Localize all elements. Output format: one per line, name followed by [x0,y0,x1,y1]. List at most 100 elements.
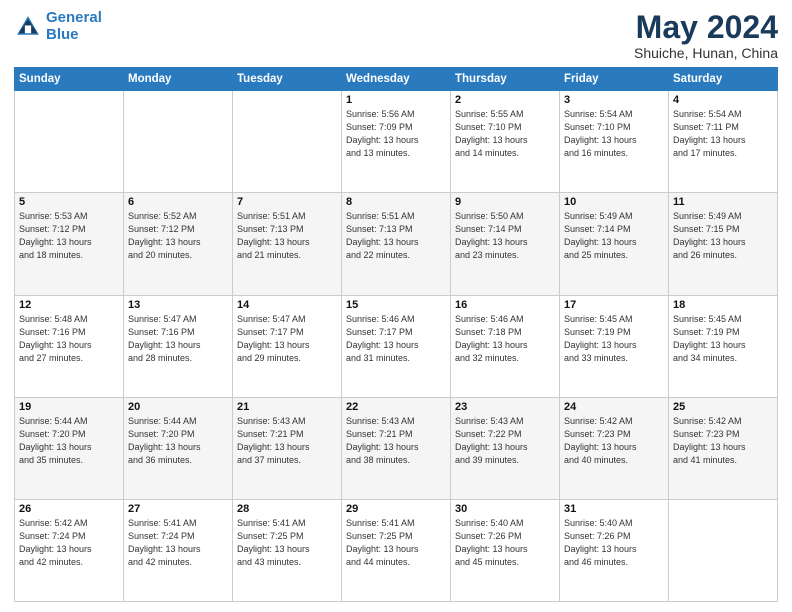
day-number: 7 [237,196,337,208]
calendar-week-row: 1 Sunrise: 5:56 AM Sunset: 7:09 PM Daylig… [15,91,778,193]
day-number: 14 [237,299,337,311]
calendar-cell: 22 Sunrise: 5:43 AM Sunset: 7:21 PM Dayli… [342,397,451,499]
day-number: 11 [673,196,773,208]
logo: General Blue [14,10,102,43]
day-info: Sunrise: 5:49 AM Sunset: 7:14 PM Dayligh… [564,210,664,262]
calendar-cell: 14 Sunrise: 5:47 AM Sunset: 7:17 PM Dayli… [233,295,342,397]
day-number: 8 [346,196,446,208]
day-number: 29 [346,503,446,515]
day-info: Sunrise: 5:56 AM Sunset: 7:09 PM Dayligh… [346,108,446,160]
calendar-week-row: 5Sunrise: 5:53 AM Sunset: 7:12 PM Daylig… [15,193,778,295]
day-info: Sunrise: 5:41 AM Sunset: 7:25 PM Dayligh… [237,517,337,569]
calendar-cell: 19Sunrise: 5:44 AM Sunset: 7:20 PM Dayli… [15,397,124,499]
calendar-cell [15,91,124,193]
day-number: 31 [564,503,664,515]
day-number: 12 [19,299,119,311]
day-number: 26 [19,503,119,515]
day-info: Sunrise: 5:42 AM Sunset: 7:23 PM Dayligh… [673,415,773,467]
logo-text: General Blue [46,10,102,43]
calendar-cell: 11 Sunrise: 5:49 AM Sunset: 7:15 PM Dayli… [669,193,778,295]
day-info: Sunrise: 5:40 AM Sunset: 7:26 PM Dayligh… [564,517,664,569]
day-number: 15 [346,299,446,311]
calendar-cell: 25 Sunrise: 5:42 AM Sunset: 7:23 PM Dayli… [669,397,778,499]
day-info: Sunrise: 5:51 AM Sunset: 7:13 PM Dayligh… [237,210,337,262]
day-number: 22 [346,401,446,413]
calendar-cell: 1 Sunrise: 5:56 AM Sunset: 7:09 PM Daylig… [342,91,451,193]
calendar-cell: 6 Sunrise: 5:52 AM Sunset: 7:12 PM Daylig… [124,193,233,295]
calendar-cell: 29 Sunrise: 5:41 AM Sunset: 7:25 PM Dayli… [342,499,451,601]
calendar-cell: 16Sunrise: 5:46 AM Sunset: 7:18 PM Dayli… [451,295,560,397]
day-number: 19 [19,401,119,413]
weekday-header: Saturday [669,68,778,91]
calendar-cell [124,91,233,193]
weekday-header: Friday [560,68,669,91]
day-number: 13 [128,299,228,311]
calendar-cell: 18 Sunrise: 5:45 AM Sunset: 7:19 PM Dayli… [669,295,778,397]
weekday-header: Wednesday [342,68,451,91]
day-number: 2 [455,94,555,106]
calendar-cell: 31 Sunrise: 5:40 AM Sunset: 7:26 PM Dayli… [560,499,669,601]
day-info: Sunrise: 5:52 AM Sunset: 7:12 PM Dayligh… [128,210,228,262]
calendar-week-row: 26 Sunrise: 5:42 AM Sunset: 7:24 PM Dayli… [15,499,778,601]
calendar-cell: 30Sunrise: 5:40 AM Sunset: 7:26 PM Dayli… [451,499,560,601]
day-number: 27 [128,503,228,515]
calendar-cell: 7 Sunrise: 5:51 AM Sunset: 7:13 PM Daylig… [233,193,342,295]
calendar-cell: 26 Sunrise: 5:42 AM Sunset: 7:24 PM Dayli… [15,499,124,601]
day-number: 23 [455,401,555,413]
day-info: Sunrise: 5:47 AM Sunset: 7:17 PM Dayligh… [237,313,337,365]
title-block: May 2024 Shuiche, Hunan, China [634,10,778,61]
day-info: Sunrise: 5:43 AM Sunset: 7:22 PM Dayligh… [455,415,555,467]
calendar-cell: 3Sunrise: 5:54 AM Sunset: 7:10 PM Daylig… [560,91,669,193]
calendar-cell: 28Sunrise: 5:41 AM Sunset: 7:25 PM Dayli… [233,499,342,601]
calendar-cell [233,91,342,193]
calendar-cell: 21Sunrise: 5:43 AM Sunset: 7:21 PM Dayli… [233,397,342,499]
weekday-header: Sunday [15,68,124,91]
calendar-cell: 23 Sunrise: 5:43 AM Sunset: 7:22 PM Dayli… [451,397,560,499]
calendar-cell: 2 Sunrise: 5:55 AM Sunset: 7:10 PM Daylig… [451,91,560,193]
day-number: 24 [564,401,664,413]
day-info: Sunrise: 5:50 AM Sunset: 7:14 PM Dayligh… [455,210,555,262]
day-number: 17 [564,299,664,311]
day-number: 25 [673,401,773,413]
calendar: SundayMondayTuesdayWednesdayThursdayFrid… [14,67,778,602]
day-info: Sunrise: 5:43 AM Sunset: 7:21 PM Dayligh… [346,415,446,467]
weekday-header: Thursday [451,68,560,91]
day-info: Sunrise: 5:42 AM Sunset: 7:24 PM Dayligh… [19,517,119,569]
day-info: Sunrise: 5:54 AM Sunset: 7:11 PM Dayligh… [673,108,773,160]
day-info: Sunrise: 5:48 AM Sunset: 7:16 PM Dayligh… [19,313,119,365]
day-info: Sunrise: 5:45 AM Sunset: 7:19 PM Dayligh… [564,313,664,365]
logo-icon [14,13,42,41]
calendar-cell: 20Sunrise: 5:44 AM Sunset: 7:20 PM Dayli… [124,397,233,499]
calendar-cell [669,499,778,601]
day-info: Sunrise: 5:53 AM Sunset: 7:12 PM Dayligh… [19,210,119,262]
calendar-cell: 10 Sunrise: 5:49 AM Sunset: 7:14 PM Dayli… [560,193,669,295]
calendar-cell: 12 Sunrise: 5:48 AM Sunset: 7:16 PM Dayli… [15,295,124,397]
weekday-header: Monday [124,68,233,91]
calendar-cell: 9Sunrise: 5:50 AM Sunset: 7:14 PM Daylig… [451,193,560,295]
day-number: 18 [673,299,773,311]
day-number: 10 [564,196,664,208]
calendar-week-row: 12 Sunrise: 5:48 AM Sunset: 7:16 PM Dayli… [15,295,778,397]
day-number: 4 [673,94,773,106]
calendar-week-row: 19Sunrise: 5:44 AM Sunset: 7:20 PM Dayli… [15,397,778,499]
calendar-cell: 5Sunrise: 5:53 AM Sunset: 7:12 PM Daylig… [15,193,124,295]
page: General Blue May 2024 Shuiche, Hunan, Ch… [0,0,792,612]
location: Shuiche, Hunan, China [634,45,778,61]
day-info: Sunrise: 5:51 AM Sunset: 7:13 PM Dayligh… [346,210,446,262]
day-number: 21 [237,401,337,413]
day-info: Sunrise: 5:55 AM Sunset: 7:10 PM Dayligh… [455,108,555,160]
header: General Blue May 2024 Shuiche, Hunan, Ch… [14,10,778,61]
day-info: Sunrise: 5:45 AM Sunset: 7:19 PM Dayligh… [673,313,773,365]
day-number: 6 [128,196,228,208]
day-info: Sunrise: 5:41 AM Sunset: 7:24 PM Dayligh… [128,517,228,569]
day-info: Sunrise: 5:46 AM Sunset: 7:17 PM Dayligh… [346,313,446,365]
month-year: May 2024 [634,10,778,45]
day-number: 20 [128,401,228,413]
calendar-cell: 8 Sunrise: 5:51 AM Sunset: 7:13 PM Daylig… [342,193,451,295]
calendar-cell: 15 Sunrise: 5:46 AM Sunset: 7:17 PM Dayli… [342,295,451,397]
day-info: Sunrise: 5:54 AM Sunset: 7:10 PM Dayligh… [564,108,664,160]
day-info: Sunrise: 5:49 AM Sunset: 7:15 PM Dayligh… [673,210,773,262]
day-info: Sunrise: 5:46 AM Sunset: 7:18 PM Dayligh… [455,313,555,365]
day-info: Sunrise: 5:41 AM Sunset: 7:25 PM Dayligh… [346,517,446,569]
day-number: 1 [346,94,446,106]
